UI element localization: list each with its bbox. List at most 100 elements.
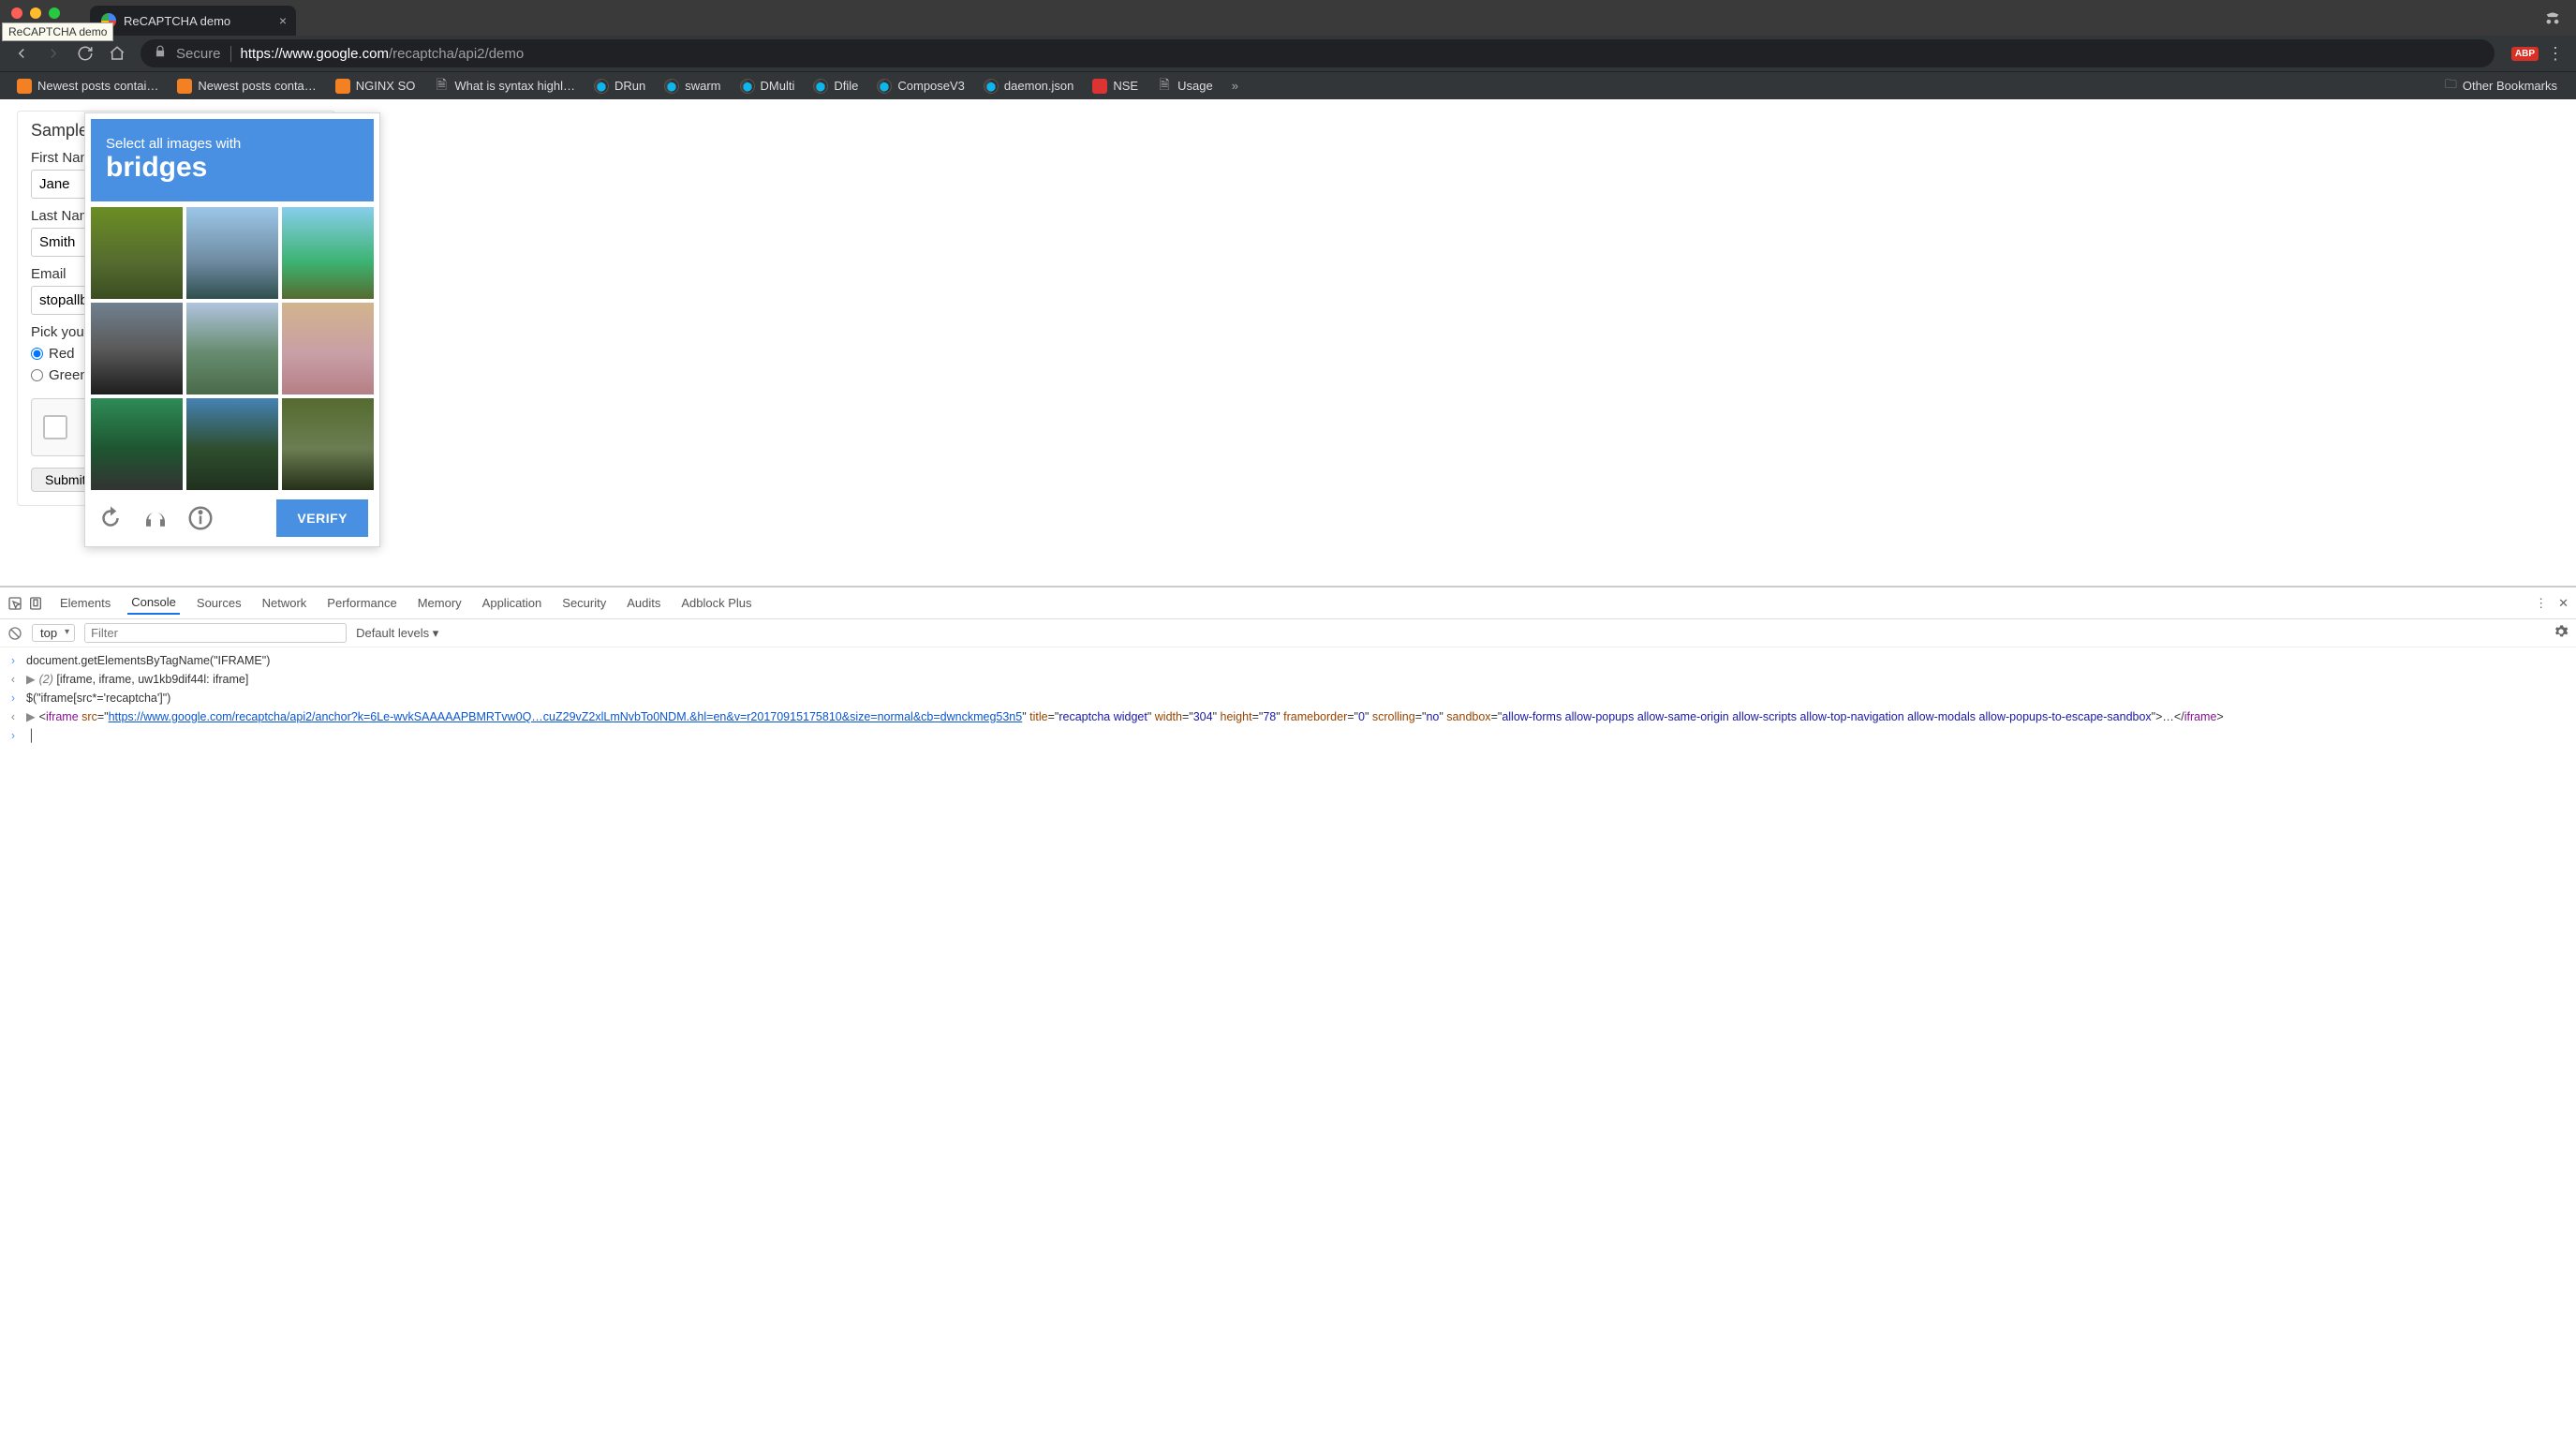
home-button[interactable] [103,39,131,67]
tab-application[interactable]: Application [479,592,546,614]
browser-menu-button[interactable]: ⋮ [2542,44,2569,64]
tab-security[interactable]: Security [558,592,610,614]
tab-console[interactable]: Console [127,591,180,615]
devtools-menu-button[interactable]: ⋮ [2535,596,2547,611]
bookmark-label: Usage [1177,79,1213,93]
docker-icon [813,79,828,94]
inspect-icon[interactable] [7,596,22,611]
other-bookmarks-button[interactable]: 🗀 Other Bookmarks [2445,76,2569,97]
reload-icon[interactable] [96,504,125,532]
expand-icon[interactable]: ▶ [26,673,36,686]
reload-button[interactable] [71,39,99,67]
tab-elements[interactable]: Elements [56,592,114,614]
recaptcha-tile[interactable] [91,303,183,394]
stackoverflow-icon [177,79,192,94]
log-levels-select[interactable]: Default levels ▾ [356,626,438,641]
console-filter-input[interactable] [84,623,347,643]
bookmark-item[interactable]: Newest posts conta… [168,79,325,94]
recaptcha-instruction: Select all images with [106,136,359,152]
prompt-icon: › [7,689,19,707]
recaptcha-tile[interactable] [282,207,374,299]
tab-title: ReCAPTCHA demo [124,14,230,28]
close-window-button[interactable] [11,7,22,19]
recaptcha-tile[interactable] [186,207,278,299]
bookmark-item[interactable]: daemon.json [974,79,1083,94]
recaptcha-subject: bridges [106,152,359,183]
bookmark-label: swarm [685,79,720,93]
tab-network[interactable]: Network [259,592,311,614]
other-bookmarks-label: Other Bookmarks [2463,79,2557,93]
verify-button[interactable]: VERIFY [276,499,368,537]
recaptcha-tile[interactable] [91,398,183,490]
radio-red[interactable] [31,348,43,360]
bookmark-item[interactable]: DMulti [731,79,805,94]
radio-green[interactable] [31,369,43,381]
bookmark-item[interactable]: 🗎Usage [1147,79,1222,94]
console-result-text: ▶(2) [iframe, iframe, uw1kb9dif44l: ifra… [26,670,248,689]
device-toolbar-icon[interactable] [28,596,43,611]
recaptcha-tile[interactable] [186,398,278,490]
recaptcha-tile[interactable] [282,303,374,394]
stackoverflow-icon [17,79,32,94]
console-line: › $("iframe[src*='recaptcha']") [7,689,2569,707]
bookmark-item[interactable]: NGINX SO [326,79,425,94]
bookmark-item[interactable]: ComposeV3 [867,79,974,94]
bookmark-item[interactable]: Dfile [804,79,867,94]
clear-console-icon[interactable] [7,626,22,641]
execution-context-select[interactable]: top [32,624,75,642]
result-icon: ‹ [7,670,19,689]
extension-abp-icon[interactable]: ABP [2511,47,2539,61]
console-toolbar: top Default levels ▾ [0,619,2576,647]
tab-tooltip: ReCAPTCHA demo [2,22,113,41]
result-icon: ‹ [7,707,19,726]
zoom-window-button[interactable] [49,7,60,19]
bookmark-item[interactable]: DRun [585,79,655,94]
console-line[interactable]: › [7,726,2569,745]
bookmark-item[interactable]: Newest posts contai… [7,79,168,94]
tab-sources[interactable]: Sources [193,592,245,614]
console-result-html: ▶<iframe src="https://www.google.com/rec… [26,707,2224,726]
console-input-text: document.getElementsByTagName("IFRAME") [26,651,270,670]
tab-memory[interactable]: Memory [414,592,466,614]
back-button[interactable] [7,39,36,67]
expand-icon[interactable]: ▶ [26,710,36,723]
prompt-icon: › [7,726,19,745]
forward-button[interactable] [39,39,67,67]
bookmark-label: NSE [1113,79,1138,93]
folder-icon: 🗀 [2445,76,2457,97]
bookmark-label: Newest posts contai… [37,79,158,93]
bookmark-item[interactable]: NSE [1083,79,1147,94]
omnibox[interactable]: Secure https://www.google.com/recaptcha/… [141,39,2495,67]
tab-close-button[interactable]: × [279,13,287,28]
recaptcha-tile[interactable] [282,398,374,490]
minimize-window-button[interactable] [30,7,41,19]
radio-red-label: Red [49,346,75,362]
devtools-close-button[interactable]: ✕ [2558,596,2569,611]
bookmark-item[interactable]: 🗎What is syntax highl… [424,79,585,94]
tab-performance[interactable]: Performance [323,592,400,614]
audio-icon[interactable] [141,504,170,532]
console-settings-icon[interactable] [2554,624,2569,642]
recaptcha-tile[interactable] [186,303,278,394]
url-text: https://www.google.com/recaptcha/api2/de… [241,46,525,62]
bookmark-label: ComposeV3 [897,79,965,93]
tab-audits[interactable]: Audits [623,592,664,614]
bookmark-label: NGINX SO [356,79,416,93]
recaptcha-tile[interactable] [91,207,183,299]
url-host: https://www.google.com [241,46,389,62]
recaptcha-checkbox[interactable] [43,415,67,439]
console-input-cursor[interactable] [26,726,36,745]
bookmark-label: DMulti [761,79,795,93]
info-icon[interactable] [186,504,215,532]
secure-label: Secure [176,46,231,62]
tab-adblock-plus[interactable]: Adblock Plus [677,592,755,614]
bookmark-item[interactable]: swarm [655,79,730,94]
console-output[interactable]: › document.getElementsByTagName("IFRAME"… [0,647,2576,754]
bookmark-label: daemon.json [1004,79,1073,93]
console-line: ‹ ▶<iframe src="https://www.google.com/r… [7,707,2569,726]
bookmarks-bar: Newest posts contai… Newest posts conta…… [0,71,2576,99]
browser-tab[interactable]: ReCAPTCHA demo × [90,6,296,36]
bookmark-label: What is syntax highl… [454,79,575,93]
bookmarks-overflow-button[interactable]: » [1226,79,1244,93]
browser-toolbar: Secure https://www.google.com/recaptcha/… [0,36,2576,71]
